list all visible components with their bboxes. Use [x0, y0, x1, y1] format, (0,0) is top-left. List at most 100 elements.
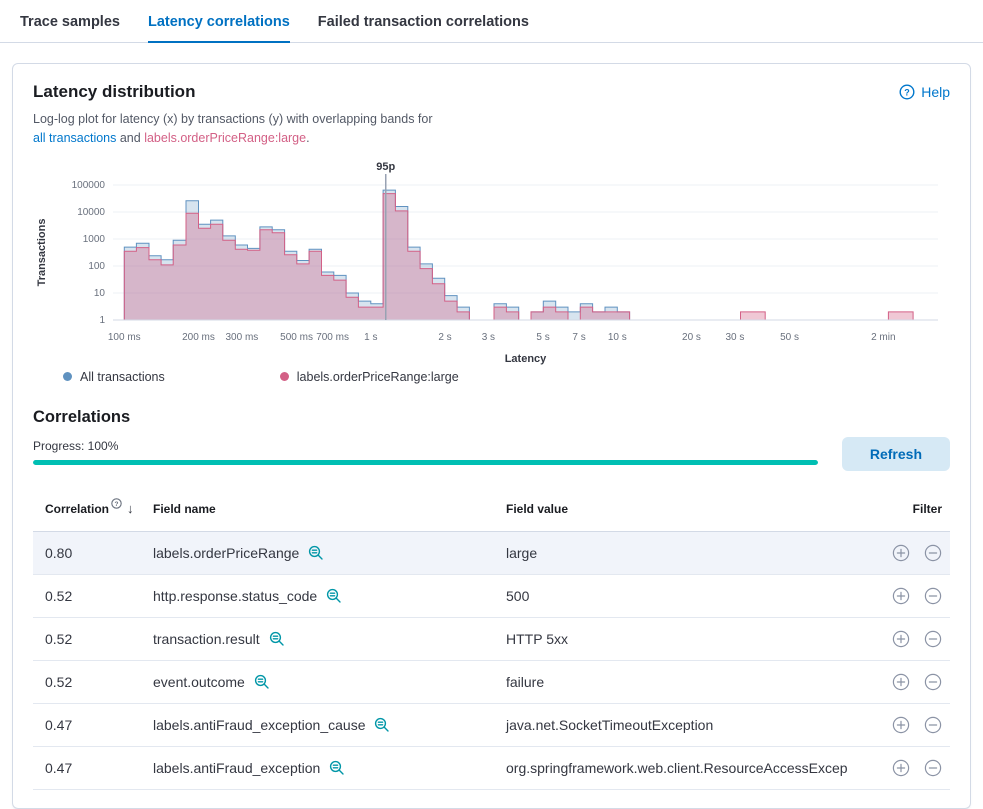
field-name: labels.orderPriceRange [153, 545, 299, 561]
legend-label-all: All transactions [80, 370, 165, 384]
sort-desc-icon: ↓ [127, 501, 134, 516]
field-value: HTTP 5xx [498, 624, 866, 656]
field-inspect-button[interactable] [269, 631, 285, 647]
svg-text:Transactions: Transactions [36, 218, 48, 286]
inspect-icon [254, 674, 270, 690]
latency-distribution-chart[interactable]: 11010010001000010000095p100 ms200 ms300 … [33, 160, 950, 368]
filter-for-value-button[interactable] [892, 759, 910, 777]
legend-item-all-transactions[interactable]: All transactions [63, 370, 165, 384]
filter-for-value-button[interactable] [892, 673, 910, 691]
table-row[interactable]: 0.47 labels.antiFraud_exception_cause jav… [33, 704, 950, 747]
correlation-value: 0.52 [33, 582, 145, 610]
correlation-value: 0.47 [33, 711, 145, 739]
plus-filter-icon [892, 673, 910, 691]
svg-text:20 s: 20 s [682, 332, 701, 343]
filter-out-value-button[interactable] [924, 716, 942, 734]
inspect-icon [326, 588, 342, 604]
svg-text:100000: 100000 [72, 180, 106, 191]
subtitle-line1: Log-log plot for latency (x) by transact… [33, 112, 433, 126]
chart-svg: 11010010001000010000095p100 ms200 ms300 … [33, 160, 950, 368]
correlation-value: 0.52 [33, 668, 145, 696]
filter-out-value-button[interactable] [924, 544, 942, 562]
svg-text:2 s: 2 s [438, 332, 451, 343]
table-row[interactable]: 0.80 labels.orderPriceRange large [33, 532, 950, 575]
svg-text:7 s: 7 s [572, 332, 585, 343]
filter-for-value-button[interactable] [892, 630, 910, 648]
panel-header: Latency distribution ? Help [33, 82, 950, 102]
svg-text:5 s: 5 s [536, 332, 549, 343]
svg-text:?: ? [904, 87, 910, 97]
field-inspect-button[interactable] [374, 717, 390, 733]
table-row[interactable]: 0.52http.response.status_code 500 [33, 575, 950, 618]
filter-out-value-button[interactable] [924, 673, 942, 691]
inspect-icon [329, 760, 345, 776]
svg-text:?: ? [115, 501, 119, 508]
field-name-header-label: Field name [153, 502, 216, 516]
filter-for-value-button[interactable] [892, 716, 910, 734]
minus-filter-icon [924, 630, 942, 648]
filter-out-value-button[interactable] [924, 587, 942, 605]
field-value: org.springframework.web.client.ResourceA… [498, 753, 866, 785]
help-label: Help [921, 84, 950, 100]
field-inspect-button[interactable] [326, 588, 342, 604]
correlation-value: 0.80 [33, 539, 145, 567]
svg-text:10: 10 [94, 288, 106, 299]
field-inspect-button[interactable] [254, 674, 270, 690]
svg-text:1: 1 [99, 315, 105, 326]
refresh-button[interactable]: Refresh [842, 437, 950, 471]
field-name: event.outcome [153, 674, 245, 690]
legend-label-term: labels.orderPriceRange:large [297, 370, 459, 384]
svg-text:Latency: Latency [505, 353, 547, 365]
table-row[interactable]: 0.52 event.outcome failure [33, 661, 950, 704]
all-transactions-link[interactable]: all transactions [33, 131, 116, 145]
tab-latency-correlations[interactable]: Latency correlations [148, 14, 290, 43]
progress-fill [33, 460, 818, 465]
field-value: large [498, 538, 866, 570]
field-value: failure [498, 667, 866, 699]
plus-filter-icon [892, 587, 910, 605]
filter-out-value-button[interactable] [924, 759, 942, 777]
table-row[interactable]: 0.52transaction.result HTTP 5xx [33, 618, 950, 661]
field-name: labels.antiFraud_exception_cause [153, 717, 365, 733]
plus-filter-icon [892, 544, 910, 562]
tab-failed-transaction-correlations[interactable]: Failed transaction correlations [318, 14, 529, 42]
svg-text:50 s: 50 s [780, 332, 799, 343]
filter-out-value-button[interactable] [924, 630, 942, 648]
column-header-field-name: Field name [145, 496, 498, 522]
help-icon: ? [899, 84, 915, 100]
tab-bar: Trace samples Latency correlations Faile… [0, 0, 983, 43]
svg-text:2 min: 2 min [871, 332, 895, 343]
progress-label: Progress: 100% [33, 439, 818, 453]
svg-text:3 s: 3 s [482, 332, 495, 343]
chart-subtitle: Log-log plot for latency (x) by transact… [33, 110, 950, 148]
info-icon: ? [111, 498, 122, 509]
correlations-title: Correlations [33, 408, 950, 427]
filter-for-value-button[interactable] [892, 587, 910, 605]
tab-trace-samples[interactable]: Trace samples [20, 14, 120, 42]
subtitle-conjunction: and [116, 131, 144, 145]
field-name: http.response.status_code [153, 588, 317, 604]
filter-header-label: Filter [913, 502, 942, 516]
term-link[interactable]: labels.orderPriceRange:large [144, 131, 306, 145]
svg-text:500 ms: 500 ms [280, 332, 313, 343]
svg-text:10 s: 10 s [608, 332, 627, 343]
filter-for-value-button[interactable] [892, 544, 910, 562]
chart-legend: All transactions labels.orderPriceRange:… [33, 370, 950, 384]
svg-text:200 ms: 200 ms [182, 332, 215, 343]
column-header-field-value: Field value [498, 495, 866, 524]
legend-dot-pink [280, 372, 289, 381]
svg-text:300 ms: 300 ms [225, 332, 258, 343]
legend-item-term[interactable]: labels.orderPriceRange:large [280, 370, 459, 384]
field-inspect-button[interactable] [308, 545, 324, 561]
field-value: java.net.SocketTimeoutException [498, 710, 866, 742]
column-header-correlation[interactable]: Correlation ? ↓ [33, 495, 145, 522]
progress-section: Progress: 100% Refresh [33, 437, 950, 471]
table-row[interactable]: 0.47labels.antiFraud_exception org.sprin… [33, 747, 950, 790]
correlation-value: 0.47 [33, 754, 145, 782]
help-link[interactable]: ? Help [899, 84, 950, 100]
svg-text:100: 100 [88, 261, 105, 272]
svg-text:10000: 10000 [77, 207, 105, 218]
field-inspect-button[interactable] [329, 760, 345, 776]
correlations-table: Correlation ? ↓ Field name Field value F… [33, 487, 950, 791]
latency-correlations-panel: Latency distribution ? Help Log-log plot… [12, 63, 971, 809]
